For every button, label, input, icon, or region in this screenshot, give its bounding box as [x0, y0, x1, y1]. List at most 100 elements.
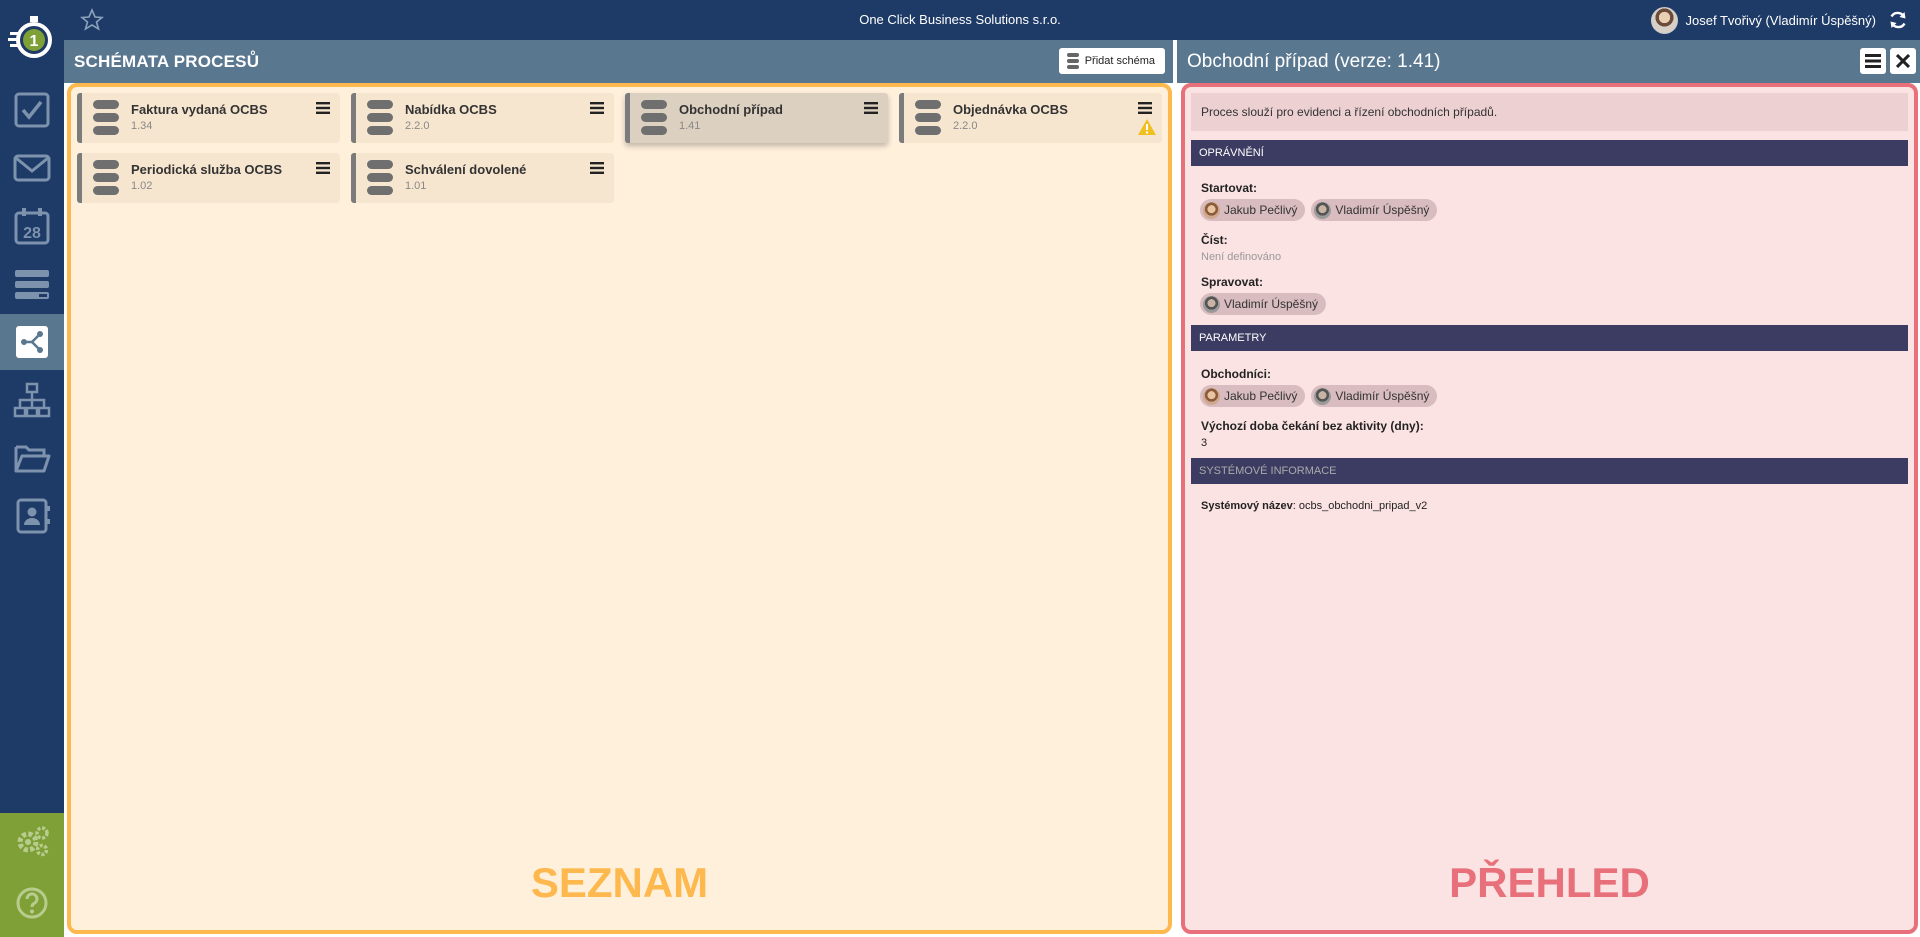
nav-tasks[interactable]	[0, 82, 64, 138]
user-chip[interactable]: Jakub Pečlivý	[1200, 199, 1306, 221]
user-chip[interactable]: Vladimír Úspěšný	[1311, 385, 1438, 407]
user-chip[interactable]: Vladimír Úspěšný	[1200, 293, 1327, 315]
calendar-day: 28	[23, 225, 41, 242]
card-menu-icon[interactable]	[590, 162, 604, 174]
nav-calendar[interactable]: 28	[0, 198, 64, 254]
list-icon	[15, 270, 49, 299]
company-name: One Click Business Solutions s.r.o.	[859, 12, 1061, 27]
read-label: Číst:	[1201, 233, 1228, 247]
schema-card[interactable]: Schválení dovolené 1.01	[351, 153, 614, 203]
card-version: 1.34	[131, 120, 153, 132]
card-accent	[77, 153, 82, 203]
user-chip[interactable]: Jakub Pečlivý	[1200, 385, 1306, 407]
process-description: Proces slouží pro evidenci a řízení obch…	[1191, 93, 1908, 131]
user-chip-name: Vladimír Úspěšný	[1335, 389, 1430, 403]
detail-header: Obchodní případ (verze: 1.41)	[1177, 40, 1920, 83]
user-chip-avatar	[1203, 387, 1220, 405]
database-icon	[93, 160, 119, 195]
user-chip-name: Jakub Pečlivý	[1224, 389, 1298, 403]
database-icon	[93, 100, 119, 135]
checkbox-icon	[14, 92, 50, 128]
card-version: 1.01	[405, 180, 427, 192]
nav-contacts[interactable]	[0, 488, 64, 544]
schema-card[interactable]: Periodická služba OCBS 1.02	[77, 153, 340, 203]
schema-card[interactable]: Objednávka OCBS 2.2.0	[899, 93, 1162, 143]
page-title: SCHÉMATA PROCESŮ	[74, 52, 260, 71]
user-avatar	[1650, 6, 1678, 34]
folder-open-icon	[14, 445, 51, 473]
user-chip-avatar	[1314, 387, 1332, 405]
card-menu-icon[interactable]	[864, 102, 878, 114]
list-header: SCHÉMATA PROCESŮ Přidat schéma	[64, 40, 1173, 83]
schema-card[interactable]: Obchodní případ 1.41	[625, 93, 888, 143]
sidebar: 1 28	[0, 0, 64, 937]
schema-card[interactable]: Nabídka OCBS 2.2.0	[351, 93, 614, 143]
card-name: Periodická služba OCBS	[131, 162, 282, 177]
database-icon	[641, 100, 667, 135]
user-menu[interactable]: Josef Tvořivý (Vladimír Úspěšný)	[1650, 6, 1876, 34]
card-menu-icon[interactable]	[316, 162, 330, 174]
system-name-value: ocbs_obchodni_pripad_v2	[1298, 500, 1428, 512]
close-detail-button[interactable]	[1890, 48, 1916, 74]
process-schema-icon	[16, 326, 48, 358]
user-name: Josef Tvořivý (Vladimír Úspěšný)	[1685, 12, 1876, 28]
nav-help[interactable]	[0, 875, 64, 931]
traders-label: Obchodníci:	[1201, 367, 1271, 381]
section-parameters: PARAMETRY	[1191, 325, 1908, 351]
sidebar-bottom	[0, 813, 64, 937]
user-chip-avatar	[1314, 201, 1332, 219]
add-schema-button[interactable]: Přidat schéma	[1058, 48, 1165, 74]
section-system: SYSTÉMOVÉ INFORMACE	[1191, 458, 1908, 484]
calendar-icon: 28	[14, 208, 50, 245]
user-chip-name: Jakub Pečlivý	[1224, 203, 1298, 217]
detail-title: Obchodní případ (verze: 1.41)	[1187, 51, 1441, 72]
traders-users: Jakub Pečlivý Vladimír Úspěšný	[1200, 385, 1438, 407]
system-name: Systémový název: ocbs_obchodni_pripad_v2	[1201, 500, 1428, 512]
nav-list[interactable]	[0, 256, 64, 312]
svg-text:1: 1	[30, 33, 39, 50]
nav-processes[interactable]	[0, 314, 64, 370]
card-name: Faktura vydaná OCBS	[131, 102, 268, 117]
schema-card[interactable]: Faktura vydaná OCBS 1.34	[77, 93, 340, 143]
gears-icon	[17, 826, 49, 857]
nav-settings[interactable]	[0, 813, 64, 869]
nav-files[interactable]	[0, 430, 64, 486]
schema-list: Faktura vydaná OCBS 1.34 Nabídka OCBS 2.2.0…	[67, 83, 1172, 934]
card-menu-icon[interactable]	[590, 102, 604, 114]
card-name: Nabídka OCBS	[405, 102, 497, 117]
list-overlay-label: SEZNAM	[530, 859, 709, 906]
card-version: 2.2.0	[953, 120, 978, 132]
address-book-icon	[16, 498, 50, 534]
detail-menu-button[interactable]	[1860, 48, 1886, 74]
manage-label: Spravovat:	[1201, 275, 1264, 289]
database-icon	[367, 160, 393, 195]
card-accent	[351, 153, 356, 203]
nav-org[interactable]	[0, 372, 64, 428]
user-chip[interactable]: Vladimír Úspěšný	[1311, 199, 1438, 221]
hamburger-icon	[1865, 54, 1881, 68]
add-schema-label: Přidat schéma	[1084, 55, 1155, 67]
card-name: Schválení dovolené	[405, 162, 527, 177]
nav-messages[interactable]	[0, 140, 64, 196]
card-accent	[77, 93, 82, 143]
manage-users: Vladimír Úspěšný	[1200, 293, 1327, 315]
envelope-icon	[13, 154, 51, 182]
card-name: Objednávka OCBS	[953, 102, 1068, 117]
schema-detail: Proces slouží pro evidenci a řízení obch…	[1181, 83, 1918, 934]
wait-value: 3	[1201, 437, 1208, 449]
refresh-icon[interactable]	[1888, 10, 1908, 30]
section-permissions: OPRÁVNĚNÍ	[1191, 140, 1908, 166]
start-users: Jakub Pečlivý Vladimír Úspěšný	[1200, 199, 1438, 221]
card-version: 2.2.0	[405, 120, 430, 132]
card-accent	[899, 93, 904, 143]
start-label: Startovat:	[1201, 181, 1258, 195]
card-name: Obchodní případ	[679, 102, 783, 117]
user-chip-name: Vladimír Úspěšný	[1224, 297, 1319, 311]
card-version: 1.02	[131, 180, 153, 192]
database-icon	[1066, 53, 1079, 69]
system-name-label: Systémový název	[1201, 500, 1293, 512]
card-menu-icon[interactable]	[316, 102, 330, 114]
card-menu-icon[interactable]	[1138, 102, 1152, 114]
close-icon	[1896, 54, 1910, 68]
warning-icon	[1138, 119, 1156, 135]
